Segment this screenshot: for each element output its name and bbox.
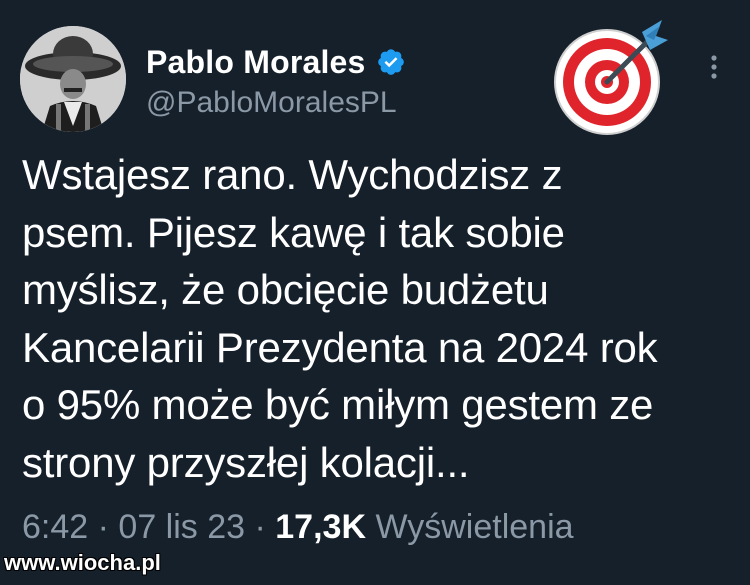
views-count: 17,3K: [275, 508, 366, 546]
author-handle[interactable]: @PabloMoralesPL: [146, 88, 397, 118]
tweet-date[interactable]: 07 lis 23: [118, 508, 245, 546]
meta-separator: ·: [88, 508, 119, 546]
tweet-meta: 6:42 · 07 lis 23 · 17,3K Wyświetlenia: [22, 510, 574, 544]
avatar-image: [20, 26, 126, 132]
author-name-row: Pablo Morales: [146, 40, 406, 84]
tweet-text: Wstajesz rano. Wychodzisz z psem. Pijesz…: [22, 151, 658, 486]
avatar[interactable]: [20, 26, 126, 132]
author-display-name[interactable]: Pablo Morales: [146, 46, 366, 78]
verified-badge-icon: [376, 47, 406, 77]
meta-separator: ·: [245, 508, 276, 546]
watermark: www.wiocha.pl: [4, 550, 161, 575]
tweet-time[interactable]: 6:42: [22, 508, 88, 546]
more-options-icon[interactable]: [700, 50, 728, 84]
bullseye-dart-icon: [550, 14, 675, 139]
tweet: Pablo Morales @PabloMoralesPL Wstajesz r…: [0, 0, 750, 585]
views-label: Wyświetlenia: [366, 508, 574, 546]
